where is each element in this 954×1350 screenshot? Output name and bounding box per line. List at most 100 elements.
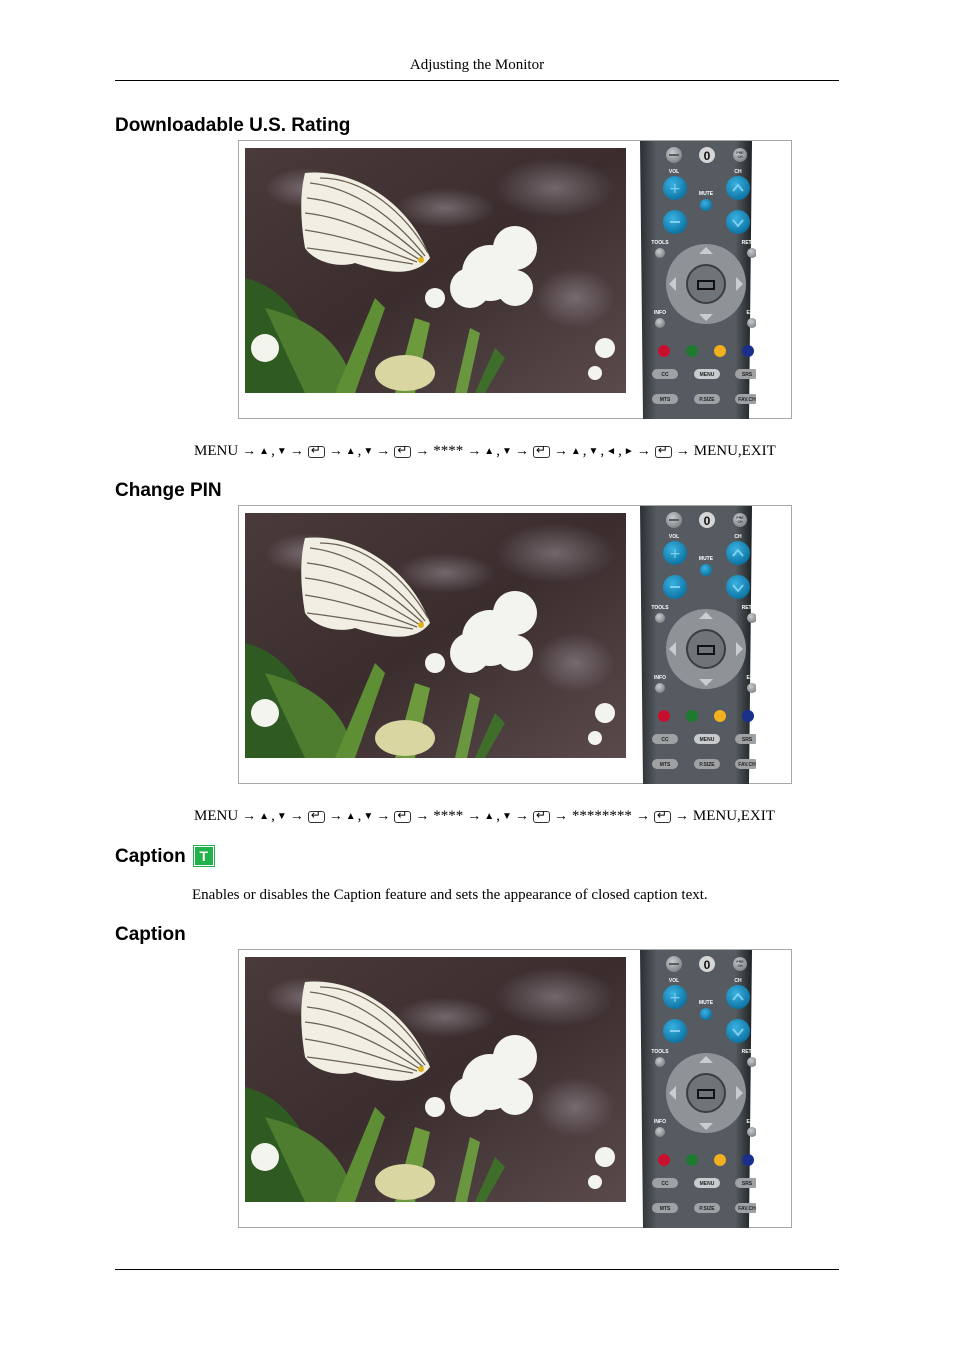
svg-text:MUTE: MUTE — [699, 191, 714, 197]
svg-text:RETURN: RETURN — [742, 605, 756, 611]
nav-step-label: **** — [433, 443, 464, 459]
enter-key-icon — [307, 808, 325, 823]
nav-step-label: MENU,EXIT — [693, 443, 776, 459]
svg-text:INFO: INFO — [654, 675, 666, 681]
arrow-right-icon: → — [514, 808, 529, 824]
svg-text:0: 0 — [704, 514, 711, 528]
direction-up-icon: ▲ — [345, 446, 356, 457]
separator: , — [600, 443, 605, 459]
svg-text:CH: CH — [737, 964, 743, 968]
enter-key-icon — [307, 443, 325, 458]
direction-right-icon: ► — [623, 446, 634, 457]
enter-key-icon — [532, 808, 550, 823]
separator: , — [496, 443, 500, 459]
svg-text:+: + — [669, 181, 681, 197]
remote-control-image: 0 PRECH VOL CH + MUTE TOOLS RETURN INFO … — [636, 141, 756, 419]
remote-control-image: 0 PRECH VOL CH + MUTE TOOLS RETURN INFO … — [636, 506, 756, 784]
svg-text:TOOLS: TOOLS — [651, 1049, 669, 1055]
section-title-caption-2: Caption — [115, 924, 186, 945]
screen-figure: 0 PRECH VOL CH + MUTE TOOLS RETURN INFO … — [238, 140, 792, 419]
arrow-right-icon: → — [415, 808, 430, 824]
separator: , — [496, 808, 500, 824]
direction-up-icon: ▲ — [570, 446, 581, 457]
section-title-change-pin: Change PIN — [115, 480, 222, 501]
svg-text:MENU: MENU — [700, 372, 715, 378]
direction-down-icon: ▼ — [276, 811, 287, 822]
svg-text:0: 0 — [704, 149, 711, 163]
direction-down-icon: ▼ — [501, 446, 512, 457]
svg-text:INFO: INFO — [654, 1119, 666, 1125]
svg-text:FAV.CH: FAV.CH — [738, 1206, 756, 1212]
arrow-right-icon: → — [376, 443, 391, 459]
arrow-right-icon: → — [242, 808, 257, 824]
arrow-right-icon: → — [328, 808, 343, 824]
nav-step-label: MENU — [194, 443, 239, 459]
screen-figure: 0 PRECH VOL CH + MUTE TOOLS RETURN INFO … — [238, 949, 792, 1228]
svg-text:RETURN: RETURN — [742, 240, 756, 246]
direction-down-icon: ▼ — [363, 446, 374, 457]
svg-text:CH: CH — [734, 534, 742, 540]
arrow-right-icon: → — [635, 808, 650, 824]
enter-key-icon — [394, 808, 412, 823]
enter-key-icon — [654, 443, 672, 458]
svg-text:CH: CH — [737, 520, 743, 524]
arrow-right-icon: → — [636, 443, 651, 459]
separator: , — [271, 443, 275, 459]
direction-up-icon: ▲ — [484, 446, 495, 457]
direction-left-icon: ◄ — [606, 446, 617, 457]
footer-rule — [115, 1269, 839, 1270]
direction-up-icon: ▲ — [259, 446, 270, 457]
svg-text:CH: CH — [737, 155, 743, 159]
direction-up-icon: ▲ — [484, 811, 495, 822]
arrow-right-icon: → — [674, 808, 689, 824]
svg-text:P.SIZE: P.SIZE — [699, 762, 715, 768]
svg-text:MENU: MENU — [700, 737, 715, 743]
separator: , — [271, 808, 275, 824]
arrow-right-icon: → — [553, 443, 568, 459]
arrow-right-icon: → — [289, 808, 304, 824]
direction-down-icon: ▼ — [363, 811, 374, 822]
arrow-right-icon: → — [467, 443, 482, 459]
direction-up-icon: ▲ — [345, 811, 356, 822]
svg-text:CC: CC — [661, 737, 669, 743]
remote-control-image: 0 PRECH VOL CH + MUTE TOOLS RETURN INFO … — [636, 950, 756, 1228]
svg-text:CC: CC — [661, 372, 669, 378]
svg-text:MENU: MENU — [700, 1181, 715, 1187]
separator: , — [357, 443, 362, 459]
svg-text:SRS: SRS — [742, 1181, 753, 1187]
arrow-right-icon: → — [289, 443, 304, 459]
screen-photo — [245, 513, 626, 758]
arrow-right-icon: → — [376, 808, 391, 824]
svg-text:FAV.CH: FAV.CH — [738, 762, 756, 768]
svg-text:EXIT: EXIT — [746, 310, 756, 316]
direction-up-icon: ▲ — [259, 811, 270, 822]
nav-step-label: MENU,EXIT — [692, 808, 775, 824]
svg-text:P.SIZE: P.SIZE — [699, 397, 715, 403]
arrow-right-icon: → — [242, 443, 257, 459]
svg-text:EXIT: EXIT — [746, 1119, 756, 1125]
tv-mode-badge-icon: T — [193, 846, 214, 866]
enter-key-icon — [532, 443, 550, 458]
svg-text:VOL: VOL — [669, 169, 679, 175]
arrow-right-icon: → — [467, 808, 482, 824]
svg-text:+: + — [669, 546, 681, 562]
arrow-right-icon: → — [675, 443, 690, 459]
section-title-caption: Caption T — [115, 846, 214, 868]
svg-text:VOL: VOL — [669, 978, 679, 984]
svg-text:MUTE: MUTE — [699, 1000, 714, 1006]
screen-photo — [245, 957, 626, 1202]
nav-step-label: ******** — [571, 808, 632, 824]
svg-text:MTS: MTS — [660, 1206, 671, 1212]
enter-key-icon — [653, 808, 671, 823]
svg-text:VOL: VOL — [669, 534, 679, 540]
enter-key-icon — [394, 443, 412, 458]
svg-text:SRS: SRS — [742, 737, 753, 743]
separator: , — [357, 808, 362, 824]
caption-description: Enables or disables the Caption feature … — [192, 887, 708, 903]
direction-down-icon: ▼ — [276, 446, 287, 457]
svg-text:TOOLS: TOOLS — [651, 605, 669, 611]
svg-text:P.SIZE: P.SIZE — [699, 1206, 715, 1212]
caption-title-text: Caption — [115, 846, 186, 867]
nav-step-label: **** — [433, 808, 464, 824]
svg-text:CC: CC — [661, 1181, 669, 1187]
